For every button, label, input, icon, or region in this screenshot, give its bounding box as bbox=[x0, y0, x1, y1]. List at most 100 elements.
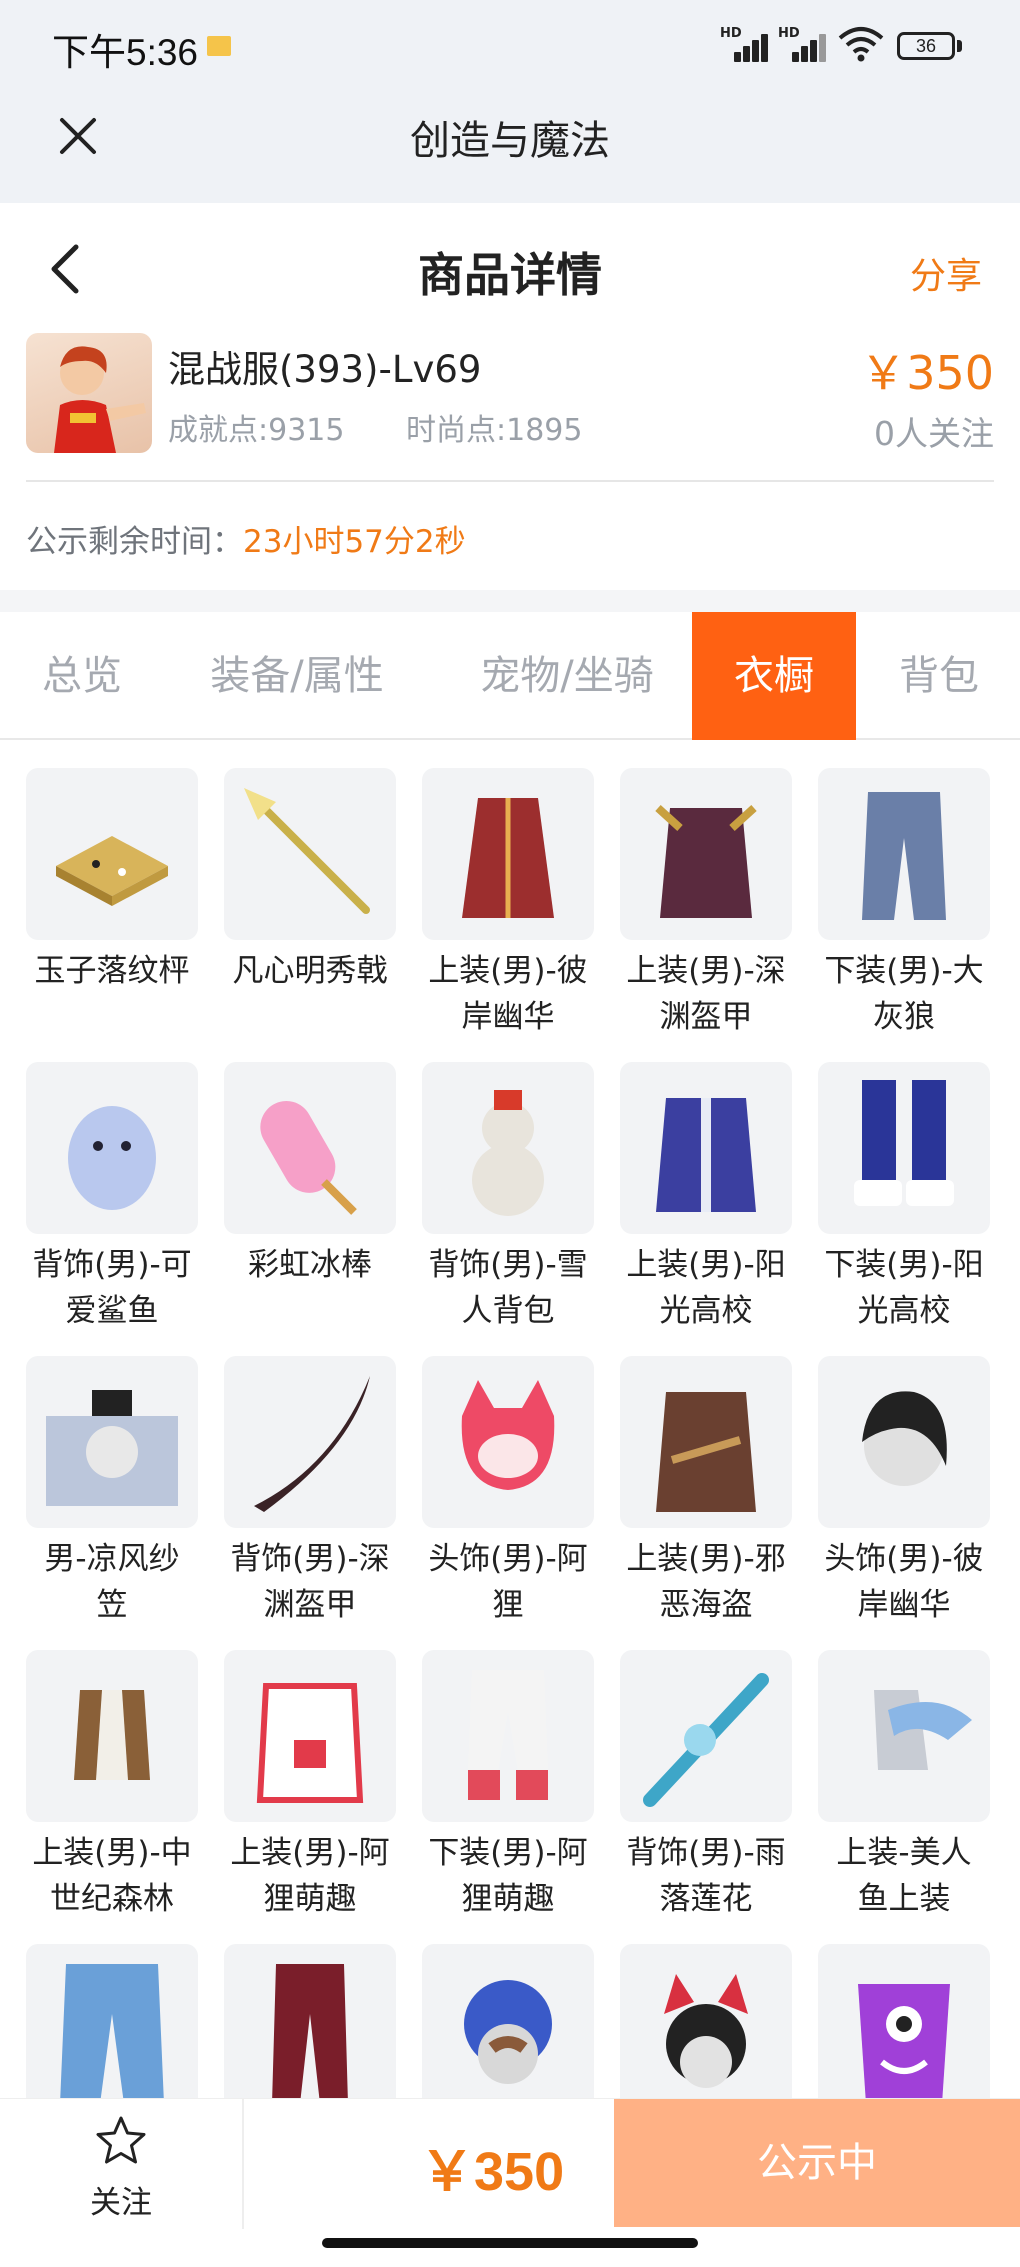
wardrobe-item[interactable]: 上装-美人 鱼上装 bbox=[818, 1650, 990, 1922]
cat-ears-icon bbox=[620, 1944, 792, 2098]
wardrobe-item-label-line: 头饰(男)-彼 bbox=[824, 1541, 984, 1577]
tab-overview[interactable]: 总览 bbox=[26, 612, 138, 740]
wardrobe-item[interactable]: 上装(男)-邪 恶海盗 bbox=[620, 1356, 792, 1628]
wardrobe-item[interactable]: 背饰(男)-深 渊盔甲 bbox=[224, 1356, 396, 1628]
wardrobe-item-label-line: 上装(男)-彼 bbox=[428, 953, 588, 989]
mermaid-top-icon bbox=[818, 1650, 990, 1822]
product-stats: 成就点:9315 时尚点:1895 bbox=[168, 405, 634, 449]
wardrobe-item-label: 下装(男)-阿 狸萌趣 bbox=[422, 1830, 594, 1922]
signal-icon: HD bbox=[720, 26, 770, 62]
wardrobe-item-label-line: 狸萌趣 bbox=[461, 1881, 555, 1917]
tab-bar: 总览 装备/属性 宠物/坐骑 衣橱 背包 bbox=[0, 612, 1020, 740]
wardrobe-item[interactable]: 下装(男)-阳 光高校 bbox=[818, 1062, 990, 1334]
wardrobe-item-label-line: 背饰(男)-雪 bbox=[428, 1247, 588, 1283]
wardrobe-item-label: 背饰(男)-雨 落莲花 bbox=[620, 1830, 792, 1922]
webview-bar: 创造与魔法 bbox=[0, 92, 1020, 203]
wardrobe-item-label-line: 恶海盗 bbox=[659, 1587, 753, 1623]
hoodie-icon bbox=[224, 1650, 396, 1822]
wardrobe-item[interactable]: 男-凉风纱笠 bbox=[26, 1356, 198, 1628]
wardrobe-item-label-line: 落莲花 bbox=[659, 1881, 753, 1917]
countdown-label: 公示剩余时间： bbox=[26, 524, 243, 560]
wardrobe-item-label-line: 光高校 bbox=[659, 1293, 753, 1329]
wardrobe-item-label-line: 爱鲨鱼 bbox=[65, 1293, 159, 1329]
share-button[interactable]: 分享 bbox=[910, 247, 982, 299]
wardrobe-item[interactable]: 头饰(男)-阿狸 bbox=[422, 1356, 594, 1628]
wardrobe-item[interactable]: 凡心明秀戟 bbox=[224, 768, 396, 994]
wardrobe-item[interactable]: 背饰(男)-可 爱鲨鱼 bbox=[26, 1062, 198, 1334]
page-header: 商品详情 分享 bbox=[0, 203, 1020, 333]
wardrobe-item[interactable] bbox=[422, 1944, 594, 2098]
halberd-icon bbox=[224, 768, 396, 940]
wardrobe-item[interactable] bbox=[620, 1944, 792, 2098]
wardrobe-item-label: 彩虹冰棒 bbox=[224, 1242, 396, 1288]
wardrobe-item[interactable] bbox=[224, 1944, 396, 2098]
wardrobe-item-label-line: 渊盔甲 bbox=[263, 1587, 357, 1623]
wardrobe-item[interactable]: 彩虹冰棒 bbox=[224, 1062, 396, 1288]
wardrobe-item-label-line: 狸萌趣 bbox=[263, 1881, 357, 1917]
wardrobe-item-label: 下装(男)-大 灰狼 bbox=[818, 948, 990, 1040]
wardrobe-item[interactable]: 玉子落纹枰 bbox=[26, 768, 198, 994]
product-avatar bbox=[26, 333, 152, 453]
wardrobe-item[interactable]: 上装(男)-深 渊盔甲 bbox=[620, 768, 792, 1040]
webview-title: 创造与魔法 bbox=[410, 118, 610, 164]
product-summary: 混战服(393)-Lv69 成就点:9315 时尚点:1895 ￥350 0人关… bbox=[0, 333, 1020, 483]
wardrobe-item[interactable]: 下装(男)-大 灰狼 bbox=[818, 768, 990, 1040]
tab-pets-mounts[interactable]: 宠物/坐骑 bbox=[456, 612, 678, 740]
hair-icon bbox=[818, 1356, 990, 1528]
wardrobe-item-label-line: 岸幽华 bbox=[461, 999, 555, 1035]
wardrobe-item-label-line: 头饰(男)-阿 bbox=[428, 1541, 588, 1577]
tab-wardrobe[interactable]: 衣橱 bbox=[692, 612, 856, 740]
wardrobe-item-label-line: 上装(男)-深 bbox=[626, 953, 786, 989]
wardrobe-item-label-line: 背饰(男)-雨 bbox=[626, 1835, 786, 1871]
wardrobe-item[interactable] bbox=[818, 1944, 990, 2098]
wardrobe-item-label: 上装-美人 鱼上装 bbox=[818, 1830, 990, 1922]
wardrobe-item-label: 凡心明秀戟 bbox=[224, 948, 396, 994]
wardrobe-item-label: 背饰(男)-雪 人背包 bbox=[422, 1242, 594, 1334]
product-price: ￥350 bbox=[860, 346, 994, 400]
divider bbox=[26, 480, 994, 482]
battery-icon: 36 bbox=[897, 32, 955, 60]
wardrobe-item-label-line: 岸幽华 bbox=[857, 1587, 951, 1623]
wardrobe-item[interactable]: 上装(男)-中 世纪森林 bbox=[26, 1650, 198, 1922]
wardrobe-item[interactable]: 上装(男)-阳 光高校 bbox=[620, 1062, 792, 1334]
wardrobe-item[interactable]: 下装(男)-阿 狸萌趣 bbox=[422, 1650, 594, 1922]
wardrobe-item[interactable]: 背饰(男)-雪 人背包 bbox=[422, 1062, 594, 1334]
page-title: 商品详情 bbox=[418, 248, 602, 302]
robe-icon bbox=[422, 768, 594, 940]
wardrobe-item[interactable]: 上装(男)-彼 岸幽华 bbox=[422, 768, 594, 1040]
boots-icon bbox=[818, 1062, 990, 1234]
fox-head-icon bbox=[422, 1356, 594, 1528]
follow-button[interactable]: 关注 bbox=[60, 2113, 182, 2223]
go-board-icon bbox=[26, 768, 198, 940]
status-bar: 下午5:36 HD HD 36 bbox=[0, 0, 1020, 92]
wardrobe-item-label: 上装(男)-阳 光高校 bbox=[620, 1242, 792, 1334]
wardrobe-item-label: 头饰(男)-阿狸 bbox=[422, 1536, 594, 1628]
status-time: 下午5:36 bbox=[52, 32, 199, 73]
wardrobe-item-label: 下装(男)-阳 光高校 bbox=[818, 1242, 990, 1334]
wardrobe-item-label-line: 背饰(男)-可 bbox=[32, 1247, 192, 1283]
top-area: 下午5:36 HD HD 36 创造与魔法 bbox=[0, 0, 1020, 203]
wardrobe-item-label-line: 灰狼 bbox=[873, 999, 935, 1035]
wardrobe-item[interactable] bbox=[26, 1944, 198, 2098]
home-indicator bbox=[322, 2238, 698, 2248]
countdown-value: 23小时57分2秒 bbox=[243, 524, 466, 560]
tab-equipment[interactable]: 装备/属性 bbox=[186, 612, 408, 740]
section-gap bbox=[0, 590, 1020, 612]
vest-icon bbox=[26, 1650, 198, 1822]
wardrobe-item-label-line: 背饰(男)-深 bbox=[230, 1541, 390, 1577]
wardrobe-item-label: 男-凉风纱笠 bbox=[26, 1536, 198, 1628]
follow-label: 关注 bbox=[90, 2185, 152, 2221]
wardrobe-item[interactable]: 背饰(男)-雨 落莲花 bbox=[620, 1650, 792, 1922]
coat-icon bbox=[620, 1356, 792, 1528]
tab-backpack[interactable]: 背包 bbox=[880, 612, 998, 740]
wardrobe-grid: 玉子落纹枰 凡心明秀戟 上装(男)-彼 岸幽华 上装(男)-深 渊盔甲 下装(男)-大 灰狼背… bbox=[26, 768, 996, 2098]
wardrobe-item-label-line: 男-凉风纱 bbox=[44, 1541, 180, 1577]
wardrobe-item-label: 上装(男)-深 渊盔甲 bbox=[620, 948, 792, 1040]
trousers-icon bbox=[422, 1650, 594, 1822]
wardrobe-item[interactable]: 头饰(男)-彼 岸幽华 bbox=[818, 1356, 990, 1628]
publicity-button[interactable]: 公示中 bbox=[614, 2099, 1020, 2227]
wardrobe-item-label: 背饰(男)-可 爱鲨鱼 bbox=[26, 1242, 198, 1334]
achievement-points: 成就点:9315 bbox=[168, 413, 345, 448]
wardrobe-item[interactable]: 上装(男)-阿 狸萌趣 bbox=[224, 1650, 396, 1922]
wardrobe-item-label-line: 上装-美人 bbox=[836, 1835, 972, 1871]
